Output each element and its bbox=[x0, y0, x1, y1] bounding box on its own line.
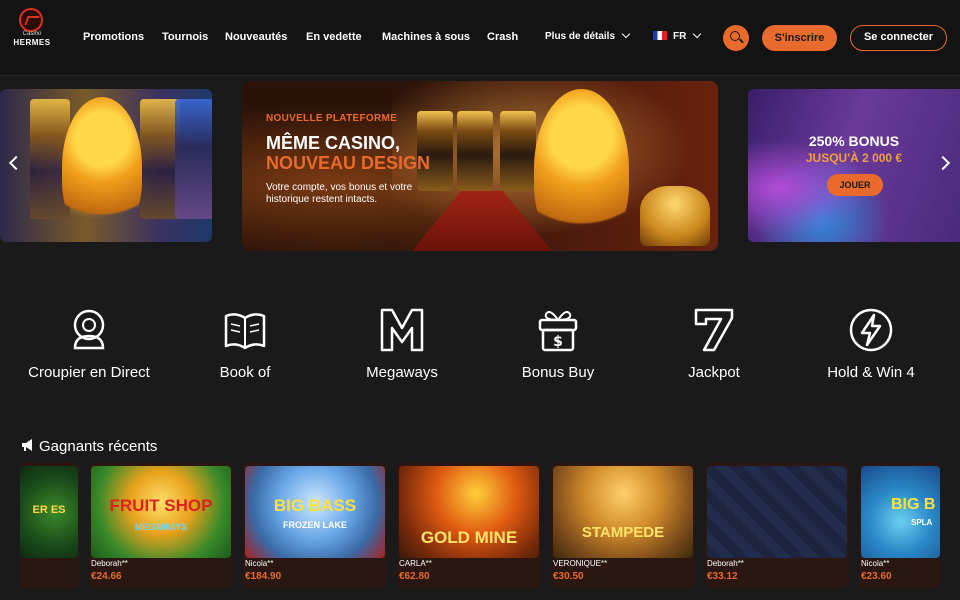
language-selector[interactable]: FR bbox=[653, 29, 702, 42]
promo-banner-left[interactable] bbox=[0, 89, 212, 242]
nav-promotions[interactable]: Promotions bbox=[83, 31, 144, 43]
nav-crash[interactable]: Crash bbox=[487, 31, 518, 43]
banner-title-line2: NOUVEAU DESIGN bbox=[266, 153, 431, 173]
bonus-title: 250% BONUS bbox=[808, 133, 900, 149]
mascot-illustration bbox=[62, 97, 142, 237]
category-label: Croupier en Direct bbox=[28, 364, 150, 381]
winner-card[interactable]: STAMPEDE VERONIQUE** €30.50 bbox=[551, 463, 695, 588]
category-label: Hold & Win 4 bbox=[827, 364, 915, 381]
category-bonus-buy[interactable]: $ Bonus Buy bbox=[483, 306, 633, 381]
winner-card[interactable]: FRUIT SHOP MEGAWAYS Deborah** €24.66 bbox=[89, 463, 233, 588]
category-label: Bonus Buy bbox=[521, 364, 595, 381]
winner-card[interactable]: GOLD MINE CARLA** €62.80 bbox=[397, 463, 541, 588]
category-label: Jackpot bbox=[688, 364, 740, 381]
category-megaways[interactable]: Megaways bbox=[327, 306, 477, 381]
category-croupier-en-direct[interactable]: Croupier en Direct bbox=[14, 306, 164, 381]
winner-amount: €184.90 bbox=[245, 571, 282, 582]
category-hold-and-win[interactable]: Hold & Win 4 bbox=[796, 306, 946, 381]
lightning-icon bbox=[849, 308, 893, 352]
promo-banner-right[interactable]: 250% BONUS JUSQU'À 2 000 € JOUER bbox=[748, 89, 960, 242]
game-thumbnail: STAMPEDE bbox=[553, 466, 693, 558]
winner-name: Nicola** bbox=[245, 559, 274, 568]
game-thumbnail: FRUIT SHOP MEGAWAYS bbox=[91, 466, 231, 558]
nav-tournois[interactable]: Tournois bbox=[162, 31, 208, 43]
promo-banner-main[interactable]: NOUVELLE PLATEFORME MÊME CASINO, NOUVEAU… bbox=[242, 81, 718, 251]
category-jackpot[interactable]: Jackpot bbox=[639, 306, 789, 381]
banner-description: Votre compte, vos bonus et votre histori… bbox=[266, 182, 413, 205]
game-thumbnail bbox=[707, 466, 847, 558]
play-button[interactable]: JOUER bbox=[827, 174, 883, 196]
nav-machines-a-sous[interactable]: Machines à sous bbox=[382, 31, 470, 43]
nav-more-dropdown[interactable]: Plus de détails bbox=[545, 29, 631, 42]
winner-card-partial[interactable]: ER ES bbox=[20, 463, 80, 588]
game-title: BIG B bbox=[891, 496, 936, 513]
game-thumbnail: GOLD MINE bbox=[399, 466, 539, 558]
winner-amount: €23.60 bbox=[861, 571, 892, 582]
winner-name: Deborah** bbox=[91, 559, 128, 568]
book-icon bbox=[224, 313, 266, 350]
banner-title-line1: MÊME CASINO, bbox=[266, 133, 401, 153]
game-title: ER ES bbox=[32, 504, 66, 516]
winner-amount: €30.50 bbox=[553, 571, 584, 582]
winners-title: Gagnants récents bbox=[39, 438, 158, 455]
megaways-m-icon bbox=[380, 308, 424, 352]
language-label: FR bbox=[673, 31, 687, 42]
winner-amount: €33.12 bbox=[707, 571, 738, 582]
casino-logo[interactable]: Casino HERMES bbox=[10, 8, 54, 52]
chevron-down-icon bbox=[621, 29, 631, 39]
register-button[interactable]: S'inscrire bbox=[762, 25, 837, 51]
megaphone-icon bbox=[22, 439, 32, 451]
game-thumbnail: BIG BASS FROZEN LAKE bbox=[245, 466, 385, 558]
nav-en-vedette[interactable]: En vedette bbox=[306, 31, 362, 43]
game-subtitle: MEGAWAYS bbox=[134, 522, 188, 532]
game-thumbnail: BIG B SPLA bbox=[861, 466, 940, 558]
bonus-subtitle: JUSQU'À 2 000 € bbox=[805, 151, 903, 165]
france-flag-icon bbox=[653, 31, 667, 40]
login-button[interactable]: Se connecter bbox=[850, 25, 947, 51]
game-title: BIG BASS bbox=[273, 496, 357, 515]
category-book-of[interactable]: Book of bbox=[170, 306, 320, 381]
chevron-down-icon bbox=[693, 29, 702, 39]
game-title: GOLD MINE bbox=[420, 528, 518, 547]
winner-card[interactable]: BIG B SPLA Nicola** €23.60 bbox=[859, 463, 940, 588]
logo-emblem-icon bbox=[19, 8, 43, 32]
winner-name: VERONIQUE** bbox=[553, 559, 608, 568]
logo-subtitle: Casino bbox=[22, 31, 42, 37]
dealer-icon bbox=[73, 309, 105, 350]
logo-name: HERMES bbox=[13, 38, 51, 47]
nav-nouveautes[interactable]: Nouveautés bbox=[225, 31, 287, 43]
winner-card[interactable]: BIG BASS FROZEN LAKE Nicola** €184.90 bbox=[243, 463, 387, 588]
winner-name: Nicola** bbox=[861, 559, 890, 568]
svg-text:$: $ bbox=[553, 334, 563, 350]
winner-amount: €24.66 bbox=[91, 571, 122, 582]
top-header: Casino HERMES Promotions Tournois Nouvea… bbox=[0, 0, 960, 76]
nav-more-label: Plus de détails bbox=[545, 31, 616, 42]
category-label: Book of bbox=[219, 364, 271, 381]
game-title: STAMPEDE bbox=[581, 524, 665, 541]
winner-card[interactable]: Deborah** €33.12 bbox=[705, 463, 849, 588]
gift-dollar-icon: $ bbox=[538, 311, 578, 352]
winner-name: CARLA** bbox=[399, 559, 432, 568]
game-subtitle: SPLA bbox=[911, 518, 933, 527]
game-title: FRUIT SHOP bbox=[109, 496, 213, 515]
category-label: Megaways bbox=[366, 364, 438, 381]
mascot-illustration bbox=[534, 89, 629, 249]
gold-coins-illustration bbox=[640, 186, 710, 246]
seven-icon bbox=[694, 308, 734, 352]
banner-tag: NOUVELLE PLATEFORME bbox=[266, 113, 398, 124]
search-button[interactable] bbox=[723, 25, 749, 51]
winner-name: Deborah** bbox=[707, 559, 744, 568]
winner-amount: €62.80 bbox=[399, 571, 430, 582]
game-subtitle: FROZEN LAKE bbox=[283, 520, 347, 530]
